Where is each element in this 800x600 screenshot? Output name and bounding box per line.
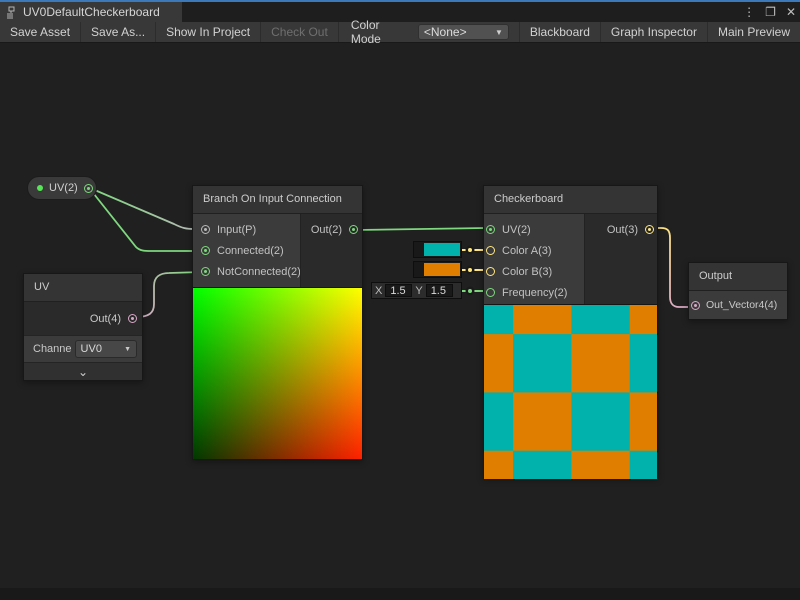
main-preview-toggle-button[interactable]: Main Preview (707, 22, 800, 42)
branch-out-port[interactable] (349, 225, 358, 234)
port-row: Input(P) (201, 219, 300, 240)
port-row: Connected(2) (201, 240, 300, 261)
shader-graph-icon (5, 6, 18, 19)
checkerboard-preview (484, 304, 657, 479)
graph-toolbar: Save Asset Save As... Show In Project Ch… (0, 22, 800, 43)
output-node[interactable]: Output Out_Vector4(4) (688, 262, 788, 320)
color-a-field[interactable] (413, 241, 462, 258)
uv2-pill-label: UV(2) (49, 182, 78, 194)
uv-out-port[interactable] (128, 314, 137, 323)
input-p-label: Input(P) (217, 224, 256, 236)
frequency-x-label: X (375, 285, 382, 297)
color-mode-label: Color Mode (339, 22, 418, 42)
window-controls: ⋮ ❐ ✕ (743, 2, 796, 22)
uv2-property-pill[interactable]: UV(2) (27, 176, 97, 200)
graph-tab-title: UV0DefaultCheckerboard (23, 5, 160, 19)
color-a-swatch[interactable] (424, 243, 460, 256)
checker-uv-label: UV(2) (502, 224, 531, 236)
property-dot-icon (37, 185, 43, 191)
branch-node-preview (193, 287, 362, 459)
frequency-label: Frequency(2) (502, 287, 567, 299)
toolbar-right-group: Color Mode <None> ▼ Blackboard Graph Ins… (339, 22, 800, 42)
uv-node[interactable]: UV Out(4) Channe UV0 ▼ ⌄ (23, 273, 143, 381)
branch-output-column: Out(2) (300, 214, 362, 287)
port-row: Color B(3) (486, 261, 584, 282)
color-a-port[interactable] (486, 246, 495, 255)
uv-node-collapse-button[interactable]: ⌄ (24, 362, 142, 380)
edge-branchout-to-checker-uv (356, 228, 486, 230)
save-asset-button[interactable]: Save Asset (0, 22, 81, 42)
checkerboard-node-body: UV(2) Color A(3) Color B(3) Frequency(2) (484, 214, 657, 304)
frequency-x-input[interactable]: 1.5 (385, 284, 412, 297)
uv-channel-value: UV0 (81, 343, 102, 355)
checker-uv-port[interactable] (486, 225, 495, 234)
menu-icon[interactable]: ⋮ (743, 5, 755, 19)
branch-out-label: Out(2) (311, 224, 342, 236)
branch-input-column: Input(P) Connected(2) NotConnected(2) (193, 214, 300, 287)
stub-dots (466, 246, 475, 296)
port-row: NotConnected(2) (201, 261, 300, 282)
uv2-pill-output-port[interactable] (84, 184, 93, 193)
connected-label: Connected(2) (217, 245, 284, 257)
frequency-y-input[interactable]: 1.5 (426, 284, 453, 297)
port-row: UV(2) (486, 219, 584, 240)
graph-inspector-toggle-button[interactable]: Graph Inspector (600, 22, 707, 42)
shader-graph-window: UV0DefaultCheckerboard ⋮ ❐ ✕ Save Asset … (0, 0, 800, 600)
connected-port[interactable] (201, 246, 210, 255)
output-node-body: Out_Vector4(4) (689, 291, 787, 319)
check-out-button: Check Out (261, 22, 339, 42)
color-mode-dropdown[interactable]: <None> ▼ (418, 24, 509, 40)
port-row: Frequency(2) (486, 282, 584, 303)
output-node-title[interactable]: Output (689, 263, 787, 291)
uv-channel-dropdown[interactable]: UV0 ▼ (75, 340, 137, 358)
checker-out-port[interactable] (645, 225, 654, 234)
checkerboard-node[interactable]: Checkerboard UV(2) Color A(3) Color B(3) (483, 185, 658, 478)
uv-node-output-row: Out(4) (24, 302, 142, 335)
out-vector4-label: Out_Vector4(4) (706, 299, 777, 311)
checkerboard-output-column: Out(3) (584, 214, 657, 304)
color-b-swatch[interactable] (424, 263, 460, 276)
edge-uvpill-to-connected (90, 189, 202, 251)
branch-node-title[interactable]: Branch On Input Connection (193, 186, 362, 214)
color-mode-value: <None> (424, 25, 467, 39)
blackboard-toggle-button[interactable]: Blackboard (519, 22, 600, 42)
color-b-label: Color B(3) (502, 266, 552, 278)
edge-uvpill-to-input (90, 188, 202, 229)
maximize-icon[interactable]: ❐ (765, 5, 776, 19)
frequency-port[interactable] (486, 288, 495, 297)
uv-channel-row: Channe UV0 ▼ (24, 335, 142, 362)
color-b-field[interactable] (413, 261, 462, 278)
frequency-field: X 1.5 Y 1.5 (371, 282, 462, 299)
chevron-down-icon: ▼ (124, 346, 131, 353)
port-row: Out(2) (301, 219, 358, 240)
window-bottom-edge (0, 588, 800, 600)
uv-out-label: Out(4) (90, 313, 121, 325)
port-row: Out(3) (585, 219, 654, 240)
notconnected-port[interactable] (201, 267, 210, 276)
notconnected-label: NotConnected(2) (217, 266, 301, 278)
chevron-down-icon: ▼ (495, 28, 503, 37)
graph-tab[interactable]: UV0DefaultCheckerboard (0, 2, 182, 22)
uv-node-title[interactable]: UV (24, 274, 142, 302)
edge-checkerout-to-output (653, 228, 691, 307)
uv-channel-label: Channe (33, 343, 72, 355)
out-vector4-port[interactable] (691, 301, 700, 310)
show-in-project-button[interactable]: Show In Project (156, 22, 261, 42)
branch-node-body: Input(P) Connected(2) NotConnected(2) Ou… (193, 214, 362, 287)
checker-out-label: Out(3) (607, 224, 638, 236)
input-p-port[interactable] (201, 225, 210, 234)
color-a-label: Color A(3) (502, 245, 552, 257)
checkerboard-input-column: UV(2) Color A(3) Color B(3) Frequency(2) (484, 214, 584, 304)
color-b-port[interactable] (486, 267, 495, 276)
port-row: Color A(3) (486, 240, 584, 261)
close-icon[interactable]: ✕ (786, 5, 796, 19)
branch-on-input-connection-node[interactable]: Branch On Input Connection Input(P) Conn… (192, 185, 363, 460)
checkerboard-node-title[interactable]: Checkerboard (484, 186, 657, 214)
save-as-button[interactable]: Save As... (81, 22, 156, 42)
frequency-y-label: Y (415, 285, 422, 297)
